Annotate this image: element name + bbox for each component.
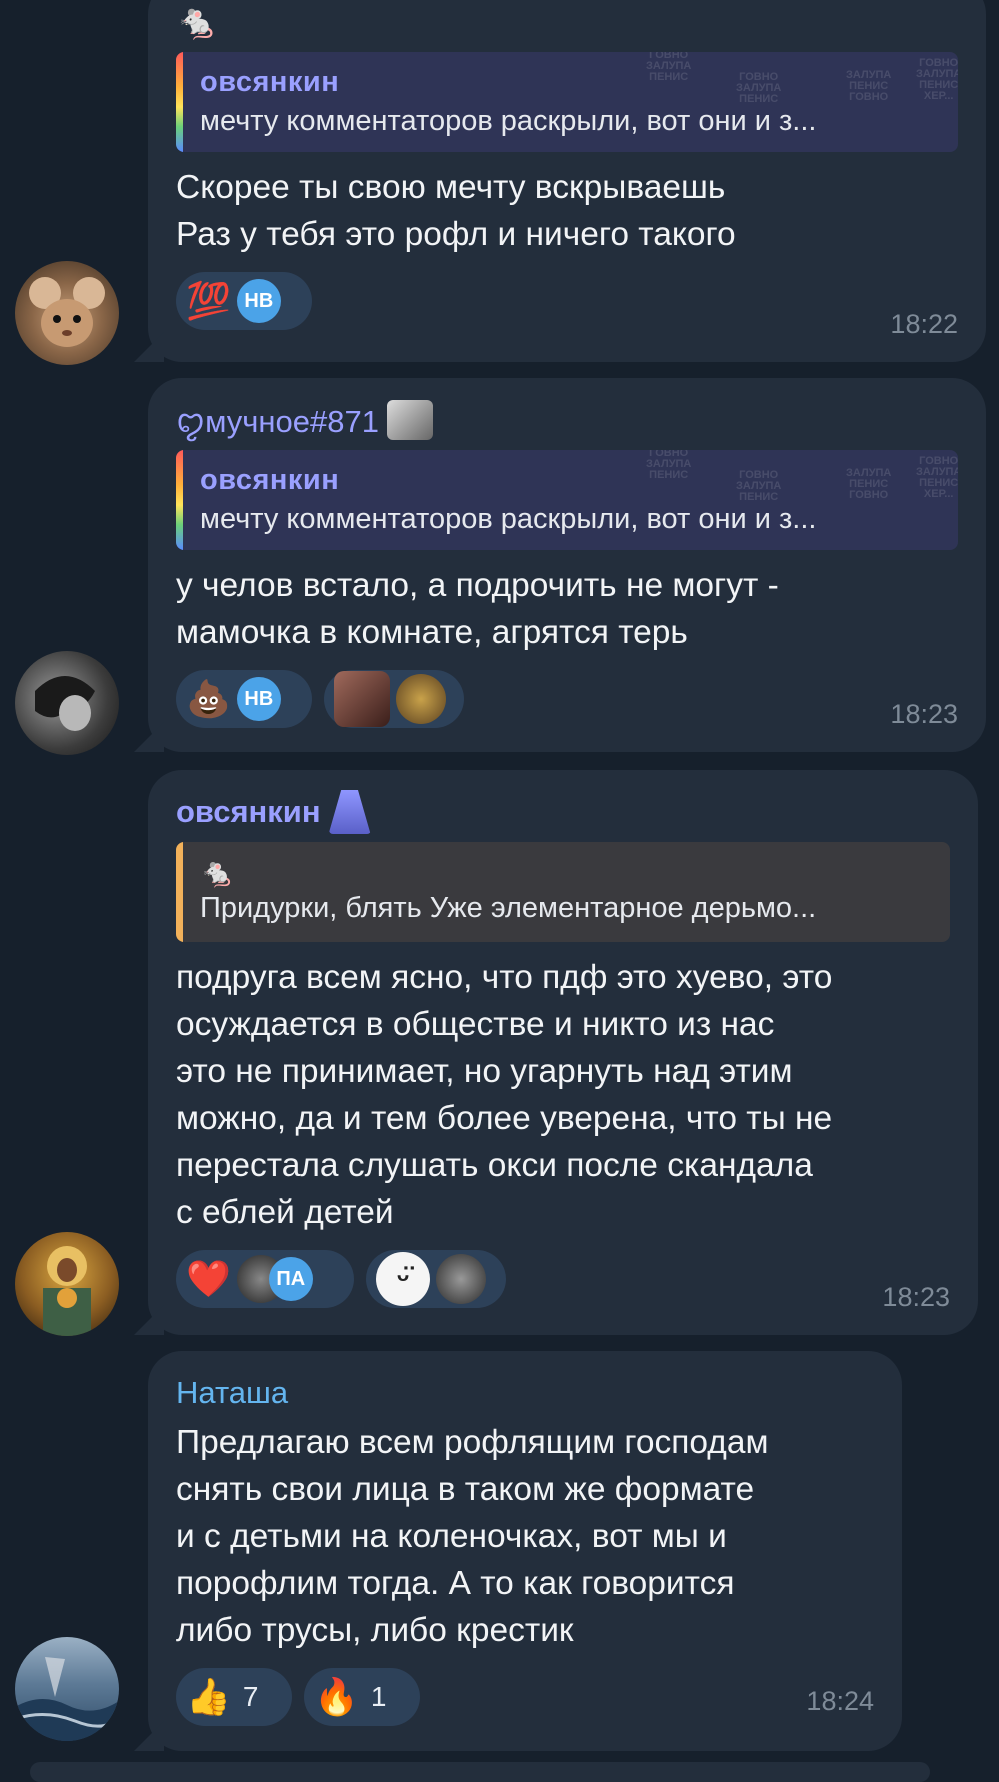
reaction-thumbs-up[interactable]: 👍 7 bbox=[176, 1668, 292, 1726]
portrait-photo-icon bbox=[35, 676, 95, 731]
quote-accent-bar bbox=[176, 450, 183, 550]
quote-text: мечту комментаторов раскрыли, вот они и … bbox=[200, 105, 817, 137]
message-text: у челов встало, а подрочить не могут - м… bbox=[176, 567, 779, 651]
message-bubble[interactable]: Наташа Предлагаю всем рофлящим господам … bbox=[148, 1351, 902, 1751]
reaction-hundred[interactable]: 💯 НВ bbox=[176, 272, 312, 330]
sender-badge-icon bbox=[328, 790, 371, 834]
message-bubble[interactable]: овсянкин 🐁 Придурки, блять Уже элементар… bbox=[148, 770, 978, 1335]
next-message-edge bbox=[30, 1762, 930, 1782]
avatar[interactable] bbox=[15, 1232, 119, 1336]
quote-sticker-emoji: 🐁 bbox=[200, 857, 235, 888]
avatar[interactable] bbox=[15, 651, 119, 755]
reply-quote[interactable]: 🐁 Придурки, блять Уже элементарное дерьм… bbox=[176, 842, 950, 942]
reactor-avatar bbox=[396, 674, 446, 724]
reaction-custom[interactable]: ᵕ̈ bbox=[366, 1250, 506, 1308]
poop-icon: 💩 bbox=[186, 678, 231, 719]
avatar[interactable] bbox=[15, 1637, 119, 1741]
message-time: 18:22 bbox=[890, 309, 958, 339]
sender-name[interactable]: овсянкин bbox=[176, 790, 950, 834]
message-text: Скорее ты свою мечту вскрываешь Раз у те… bbox=[176, 169, 736, 253]
sender-badge-icon bbox=[386, 400, 433, 440]
message-time: 18:23 bbox=[882, 1282, 950, 1312]
custom-emoji-icon bbox=[334, 671, 390, 727]
reactions: 👍 7 🔥 1 bbox=[176, 1668, 874, 1726]
reactor-avatar bbox=[436, 1254, 486, 1304]
reply-quote[interactable]: ГОВНО ЗАЛУПА ПЕНИС ГОВНО ЗАЛУПА ПЕНИС ЗАЛУПА… bbox=[176, 450, 958, 550]
reactor-avatar: ПА bbox=[268, 1257, 313, 1301]
sender-name[interactable]: Наташа bbox=[176, 1373, 874, 1413]
reaction-heart[interactable]: ❤️ ПА bbox=[176, 1250, 354, 1308]
message-bubble[interactable]: ꨄмучное#871 ГОВНО ЗАЛУПА ПЕНИС ГОВНО ЗАЛУПА… bbox=[148, 378, 986, 752]
reaction-fire[interactable]: 🔥 1 bbox=[304, 1668, 420, 1726]
message-text: подруга всем ясно, что пдф это хуево, эт… bbox=[176, 959, 833, 1231]
quote-text: Придурки, блять Уже элементарное дерьмо.… bbox=[200, 892, 817, 924]
thumbs-up-icon: 👍 bbox=[186, 1676, 231, 1717]
quote-text: мечту комментаторов раскрыли, вот они и … bbox=[200, 503, 817, 535]
quote-accent-bar bbox=[176, 52, 183, 152]
reactor-avatar: НВ bbox=[236, 279, 281, 323]
reactions: ❤️ ПА ᵕ̈ bbox=[176, 1250, 950, 1308]
message-time: 18:24 bbox=[806, 1686, 874, 1716]
seascape-painting-icon bbox=[15, 1657, 119, 1741]
reply-quote[interactable]: ГОВНО ЗАЛУПА ПЕНИС ГОВНО ЗАЛУПА ПЕНИС ЗАЛУПА… bbox=[176, 52, 958, 152]
heart-icon: ❤️ bbox=[186, 1258, 231, 1299]
quote-author: овсянкин bbox=[200, 66, 340, 98]
trollface-icon: ᵕ̈ bbox=[376, 1252, 430, 1306]
sticker-emoji: 🐁 bbox=[176, 3, 219, 41]
hundred-icon: 💯 bbox=[186, 280, 231, 321]
reaction-poop[interactable]: 💩 НВ bbox=[176, 670, 312, 728]
reactor-avatar: НВ bbox=[236, 677, 281, 721]
reaction-count: 1 bbox=[370, 1681, 387, 1712]
fire-icon: 🔥 bbox=[314, 1676, 359, 1717]
quote-author: овсянкин bbox=[200, 464, 340, 496]
message-text: Предлагаю всем рофлящим господам снять с… bbox=[176, 1424, 769, 1649]
avatar[interactable] bbox=[15, 261, 119, 365]
reaction-count: 7 bbox=[242, 1681, 259, 1712]
message-time: 18:23 bbox=[890, 699, 958, 729]
quote-accent-bar bbox=[176, 842, 183, 942]
icon-painting-icon bbox=[43, 1246, 91, 1336]
mouse-photo-icon bbox=[29, 277, 105, 347]
reaction-custom[interactable] bbox=[324, 670, 464, 728]
message-bubble[interactable]: 🐁 ГОВНО ЗАЛУПА ПЕНИС ГОВНО ЗАЛУПА ПЕНИС ЗАЛУ… bbox=[148, 0, 986, 362]
reactions: 💯 НВ bbox=[176, 272, 958, 330]
sender-name[interactable]: ꨄмучное#871 bbox=[176, 400, 958, 440]
reactions: 💩 НВ bbox=[176, 670, 958, 728]
